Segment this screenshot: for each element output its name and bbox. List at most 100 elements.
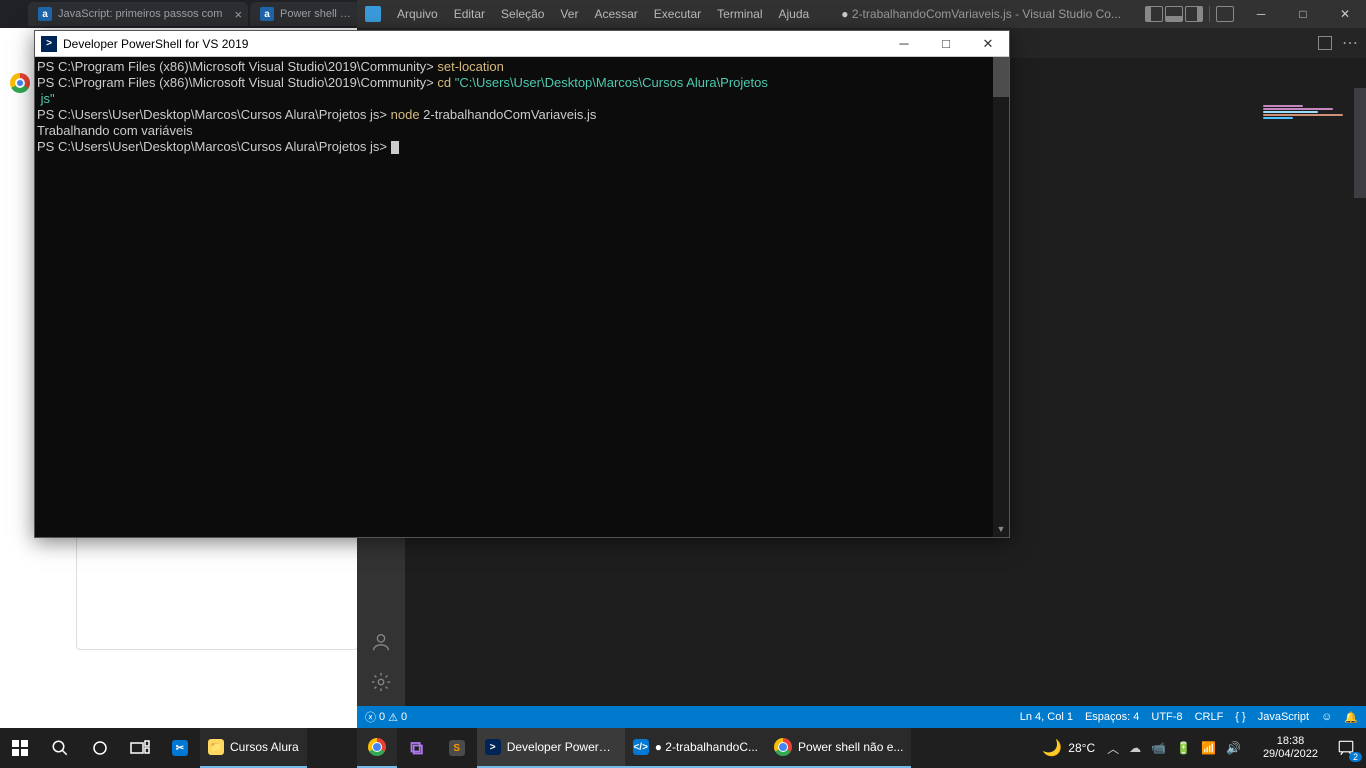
- separator: [1209, 6, 1210, 22]
- onedrive-icon[interactable]: ☁: [1125, 728, 1145, 768]
- menu-seleção[interactable]: Seleção: [493, 7, 552, 21]
- scrollbar[interactable]: ▲▼: [993, 57, 1009, 537]
- powershell-titlebar[interactable]: > Developer PowerShell for VS 2019 ─ □ ✕: [35, 31, 1009, 57]
- terminal-line: PS C:\Program Files (x86)\Microsoft Visu…: [37, 59, 1009, 75]
- powershell-title: Developer PowerShell for VS 2019: [63, 37, 883, 51]
- browser-tab-title: JavaScript: primeiros passos com: [58, 8, 222, 20]
- menu-ver[interactable]: Ver: [552, 7, 586, 21]
- search-button[interactable]: [40, 728, 80, 768]
- vscode-icon: </>: [633, 739, 649, 755]
- toggle-panel-bottom-icon[interactable]: [1165, 6, 1183, 22]
- minimap-line: [1263, 108, 1333, 110]
- action-center-button[interactable]: 2: [1326, 728, 1366, 768]
- sublime-app[interactable]: S: [437, 728, 477, 768]
- notification-badge: 2: [1349, 752, 1362, 762]
- wifi-icon[interactable]: 📶: [1197, 728, 1220, 768]
- battery-icon[interactable]: 🔋: [1172, 728, 1195, 768]
- status-problems[interactable]: ⓧ0 ⚠0: [365, 709, 407, 725]
- minimap-line: [1263, 117, 1293, 119]
- close-button[interactable]: ✕: [967, 31, 1009, 57]
- status-eol[interactable]: CRLF: [1195, 711, 1224, 723]
- warning-icon: ⚠: [388, 711, 398, 724]
- taskbar-label: Developer PowerS...: [507, 740, 617, 754]
- screen-sketch-app[interactable]: ✂: [160, 728, 200, 768]
- taskbar-label: Power shell não e...: [798, 740, 903, 754]
- maximize-button[interactable]: □: [1282, 0, 1324, 28]
- clock-time: 18:38: [1263, 735, 1318, 748]
- tray-chevron-up-icon[interactable]: ︿: [1103, 728, 1123, 768]
- scroll-down-icon[interactable]: ▼: [993, 521, 1009, 537]
- terminal-line: PS C:\Users\User\Desktop\Marcos\Cursos A…: [37, 139, 1009, 155]
- toggle-sidebar-right-icon[interactable]: [1185, 6, 1203, 22]
- visual-studio-app[interactable]: ⧉: [397, 728, 437, 768]
- status-ln-col[interactable]: Ln 4, Col 1: [1020, 711, 1073, 723]
- terminal-line: PS C:\Users\User\Desktop\Marcos\Cursos A…: [37, 107, 1009, 123]
- menu-executar[interactable]: Executar: [646, 7, 709, 21]
- menu-editar[interactable]: Editar: [446, 7, 493, 21]
- menu-terminal[interactable]: Terminal: [709, 7, 770, 21]
- start-button[interactable]: [0, 728, 40, 768]
- minimize-button[interactable]: ─: [883, 31, 925, 57]
- volume-icon[interactable]: 🔊: [1222, 728, 1245, 768]
- status-encoding[interactable]: UTF-8: [1151, 711, 1182, 723]
- customize-layout-icon[interactable]: [1216, 6, 1234, 22]
- chrome-icon: [368, 738, 386, 756]
- vscode-window-title: ● 2-trabalhandoComVariaveis.js - Visual …: [817, 7, 1145, 21]
- vscode-statusbar: ⓧ0 ⚠0 Ln 4, Col 1 Espaços: 4 UTF-8 CRLF …: [357, 706, 1366, 728]
- minimap-line: [1263, 111, 1318, 113]
- maximize-button[interactable]: □: [925, 31, 967, 57]
- split-editor-icon[interactable]: [1318, 36, 1332, 50]
- terminal-line: PS C:\Program Files (x86)\Microsoft Visu…: [37, 75, 1009, 91]
- error-icon: ⓧ: [365, 709, 376, 725]
- chrome-app[interactable]: [357, 728, 397, 768]
- browser-tab-title: Power shell …: [280, 8, 351, 20]
- accounts-icon[interactable]: [369, 630, 393, 654]
- close-icon[interactable]: ×: [234, 7, 242, 22]
- alura-favicon-icon: a: [38, 7, 52, 21]
- moon-icon: 🌙: [1042, 738, 1062, 758]
- file-explorer-app[interactable]: 📁 Cursos Alura: [200, 728, 307, 768]
- browser-tab-1[interactable]: a JavaScript: primeiros passos com ×: [28, 2, 248, 26]
- feedback-icon[interactable]: ☺: [1321, 711, 1332, 723]
- taskbar-label: Cursos Alura: [230, 740, 299, 754]
- scrollbar-thumb[interactable]: [1354, 88, 1366, 198]
- menu-acessar[interactable]: Acessar: [586, 7, 645, 21]
- status-indent[interactable]: Espaços: 4: [1085, 711, 1139, 723]
- minimap[interactable]: [1263, 104, 1363, 144]
- task-view-button[interactable]: [120, 728, 160, 768]
- taskbar-app-chrome-powershell[interactable]: Power shell não e...: [766, 728, 911, 768]
- layout-controls: [1145, 6, 1234, 22]
- weather-widget[interactable]: 🌙 28°C: [1034, 728, 1103, 768]
- taskbar-app-developer-powershell[interactable]: > Developer PowerS...: [477, 728, 625, 768]
- powershell-icon: >: [41, 36, 57, 52]
- chrome-icon: [774, 738, 792, 756]
- language-indicator[interactable]: [1247, 728, 1255, 768]
- minimap-line: [1263, 114, 1343, 116]
- app-icon: >: [485, 739, 501, 755]
- terminal-output[interactable]: PS C:\Program Files (x86)\Microsoft Visu…: [35, 57, 1009, 537]
- chrome-icon: [10, 73, 30, 93]
- minimize-button[interactable]: ─: [1240, 0, 1282, 28]
- system-tray: ︿ ☁ 📹 🔋 📶 🔊: [1103, 728, 1255, 768]
- settings-gear-icon[interactable]: [369, 670, 393, 694]
- scrollbar-thumb[interactable]: [993, 57, 1009, 97]
- notifications-bell-icon[interactable]: 🔔: [1344, 711, 1358, 724]
- menu-arquivo[interactable]: Arquivo: [389, 7, 446, 21]
- vscode-logo-icon: [365, 6, 381, 22]
- status-language[interactable]: JavaScript: [1258, 711, 1309, 723]
- taskbar-app-vscode-file[interactable]: </>● 2-trabalhandoC...: [625, 728, 766, 768]
- vscode-titlebar[interactable]: ArquivoEditarSeleçãoVerAcessarExecutarTe…: [357, 0, 1366, 28]
- weather-temp: 28°C: [1068, 741, 1095, 755]
- toggle-sidebar-left-icon[interactable]: [1145, 6, 1163, 22]
- cortana-button[interactable]: [80, 728, 120, 768]
- unsaved-dot-icon: ●: [841, 7, 852, 21]
- menu-ajuda[interactable]: Ajuda: [771, 7, 818, 21]
- close-button[interactable]: ✕: [1324, 0, 1366, 28]
- meet-now-icon[interactable]: 📹: [1147, 728, 1170, 768]
- more-actions-icon[interactable]: ⋯: [1342, 33, 1358, 53]
- status-braces-icon[interactable]: { }: [1235, 711, 1245, 723]
- terminal-line: Trabalhando com variáveis: [37, 123, 1009, 139]
- cursor-icon: [391, 141, 399, 154]
- window-title-text: 2-trabalhandoComVariaveis.js - Visual St…: [852, 7, 1121, 21]
- taskbar-clock[interactable]: 18:38 29/04/2022: [1255, 728, 1326, 768]
